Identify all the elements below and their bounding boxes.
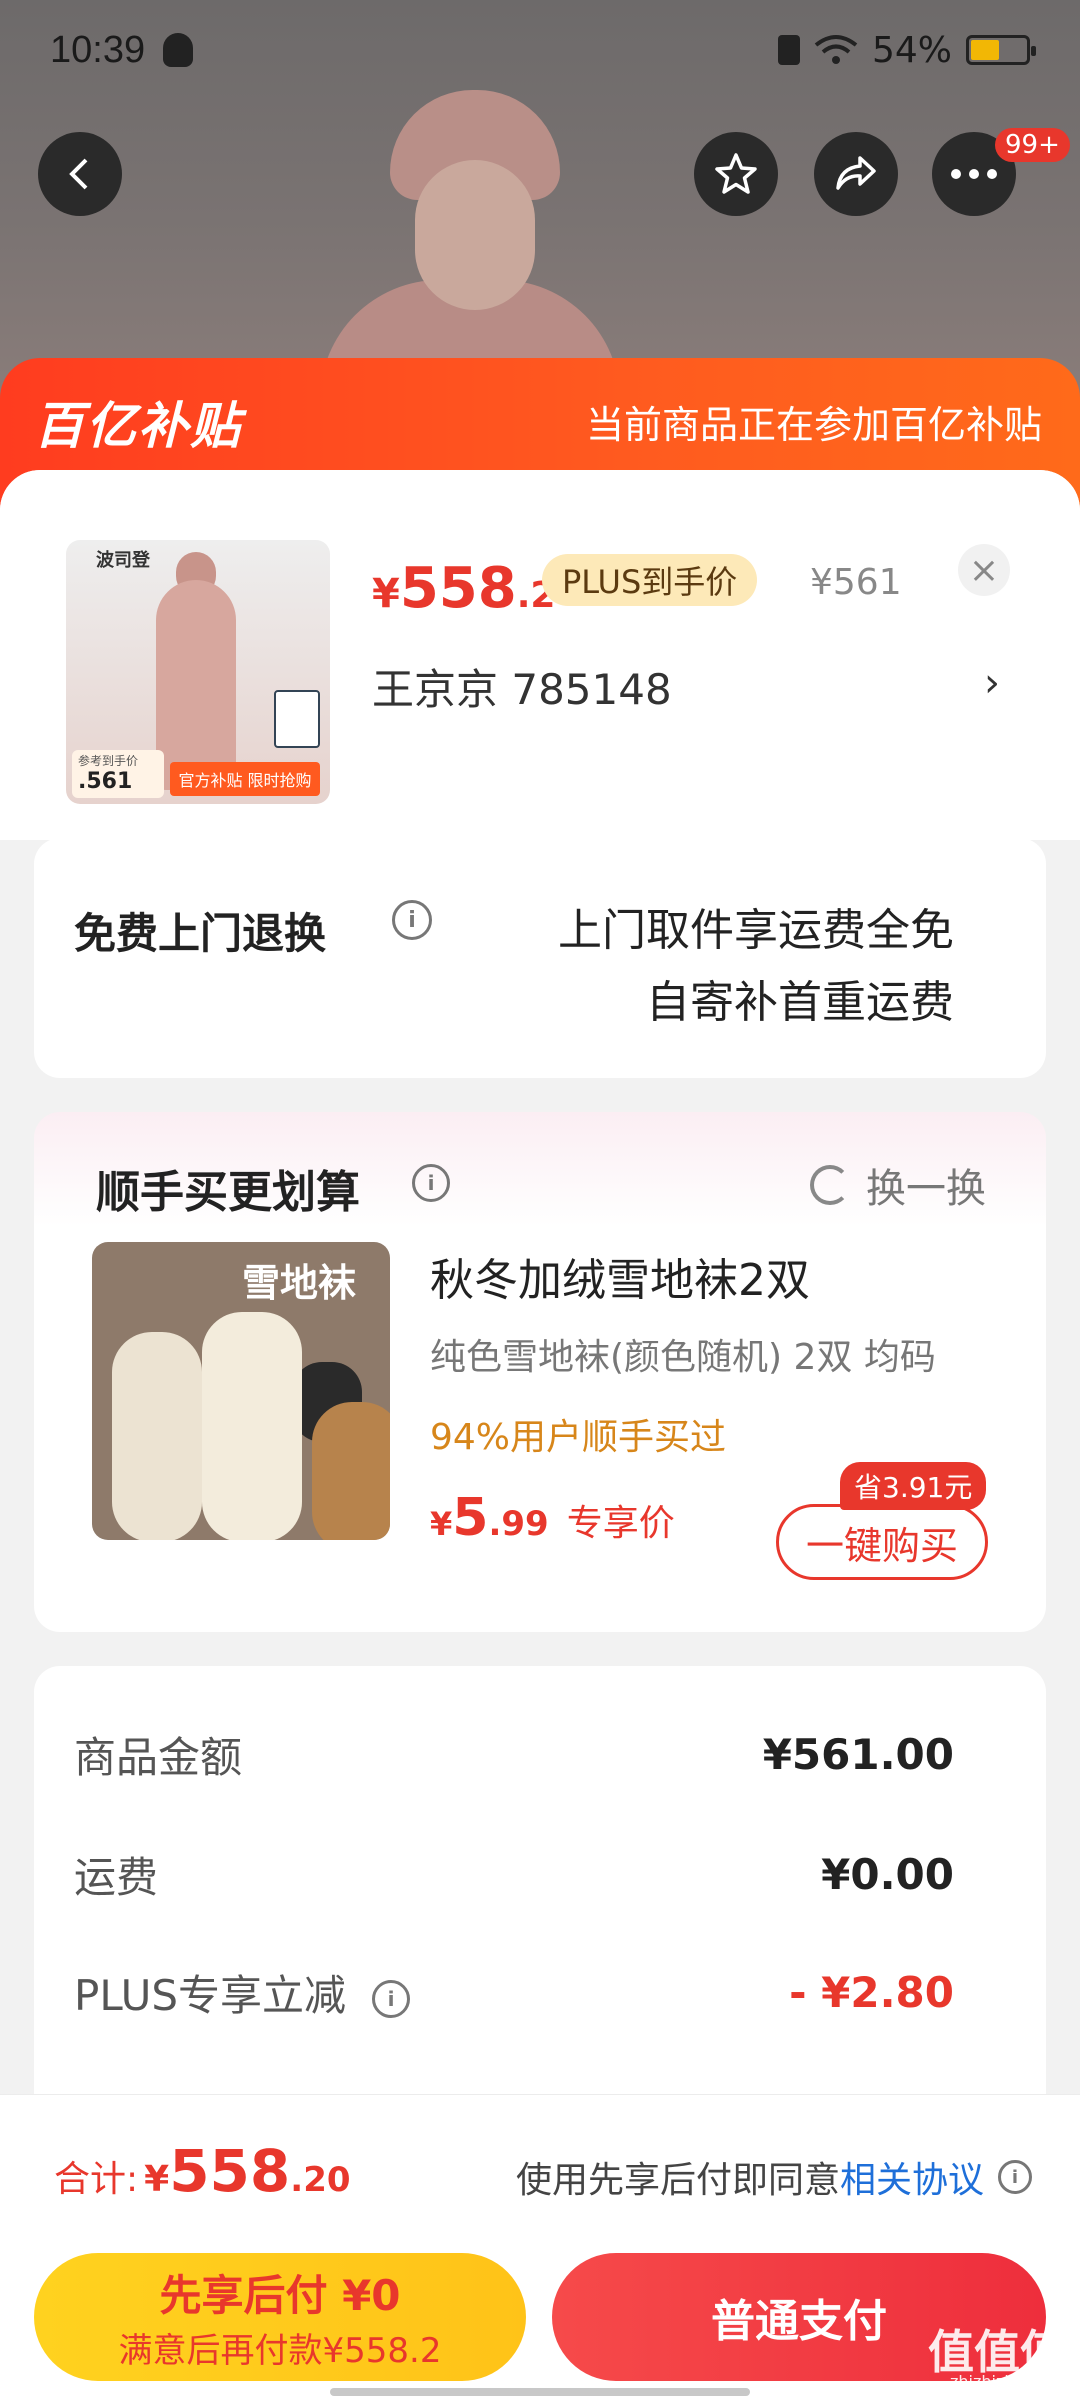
qq-notification-icon [163,33,194,67]
battery-icon [966,35,1036,65]
wifi-icon [814,35,858,64]
product-price: ¥ 558 .2 [372,556,556,621]
swap-button[interactable]: 换一换 [810,1156,986,1214]
close-icon[interactable]: × [958,544,1010,596]
upsell-heading: 顺手买更划算 [96,1167,360,1218]
share-button[interactable] [814,132,898,216]
plus-discount-row: PLUS专享立减 i - ¥2.80 [74,1968,954,2020]
product-summary: 波司登 参考到手价 .561 官方补贴 限时抢购 ¥ 558 .2 PLUS到手… [0,470,1080,840]
subsidy-logo: 百亿补贴 [34,397,242,455]
back-button[interactable] [38,132,122,216]
info-icon[interactable]: i [392,900,432,940]
agreement-link[interactable]: 相关协议 [840,2151,984,2203]
upsell-popularity: 94%用户顺手买过 [430,1417,727,1458]
share-icon [836,156,876,190]
thumbnail-tag [274,690,320,748]
free-return-card: 免费上门退换 i 上门取件享运费全免 自寄补首重运费 [34,838,1046,1078]
product-thumbnail[interactable]: 波司登 参考到手价 .561 官方补贴 限时抢购 [66,540,330,804]
more-dots-icon [951,169,997,179]
chevron-right-icon[interactable]: › [984,660,1000,706]
shipping-address[interactable]: 王京京 785148 [372,656,672,717]
chevron-left-icon [69,158,88,190]
return-line-1: 上门取件享运费全免 [558,905,954,956]
status-time: 10:39 [50,28,146,71]
return-label: 免费上门退换 [74,909,327,958]
return-line-2: 自寄补首重运费 [646,977,954,1028]
agreement-text: 使用先享后付即同意 相关协议 i [516,2151,1032,2203]
upsell-title: 秋冬加绒雪地袜2双 [430,1255,810,1306]
home-indicator[interactable] [330,2388,750,2396]
refresh-icon [810,1165,850,1205]
thumbnail-ref-price: 参考到手价 .561 [72,750,164,798]
info-icon[interactable]: i [998,2160,1032,2194]
upsell-image-text: 雪地袜 [242,1261,357,1305]
star-icon [715,153,757,194]
shipping-fee-row: 运费 ¥0.00 [74,1850,954,1902]
upsell-image[interactable]: 雪地袜 [92,1242,390,1540]
watermark-url: zhizhizhi.com [950,2372,1059,2391]
battery-percent: 54% [871,29,952,71]
message-badge: 99+ [995,128,1070,162]
original-price: ¥561 [810,562,902,603]
savings-badge: 省3.91元 [840,1462,987,1510]
thumbnail-brand: 波司登 [96,550,150,571]
upsell-spec: 纯色雪地袜(颜色随机) 2双 均码 [430,1337,936,1378]
subsidy-tip: 当前商品正在参加百亿补贴 [585,403,1042,447]
status-bar: 10:39 54% [0,0,1080,100]
total-amount: 合计: ¥ 558 .20 [54,2137,351,2205]
plus-price-badge: PLUS到手价 [542,554,758,606]
swap-label: 换一换 [866,1166,986,1212]
favorite-button[interactable] [694,132,778,216]
upsell-card: 顺手买更划算 i 换一换 雪地袜 秋冬加绒雪地袜2双 纯色雪地袜(颜色随机) 2… [34,1112,1046,1632]
price-breakdown-card: 商品金额 ¥561.00 运费 ¥0.00 PLUS专享立减 i - ¥2.80 [34,1666,1046,2166]
goods-amount-row: 商品金额 ¥561.00 [74,1730,954,1782]
pay-later-button[interactable]: 先享后付 ¥0 满意后再付款¥558.2 [34,2253,526,2381]
info-icon[interactable]: i [372,1979,411,2018]
sim-icon [777,35,800,65]
upsell-price: ¥ 5 .99 专享价 [430,1488,675,1548]
one-click-buy-button[interactable]: 一键购买 [776,1504,988,1580]
info-icon[interactable]: i [412,1164,450,1202]
checkout-bar: 合计: ¥ 558 .20 使用先享后付即同意 相关协议 i 先享后付 ¥0 满… [0,2094,1080,2400]
thumbnail-strip: 官方补贴 限时抢购 [170,762,320,796]
